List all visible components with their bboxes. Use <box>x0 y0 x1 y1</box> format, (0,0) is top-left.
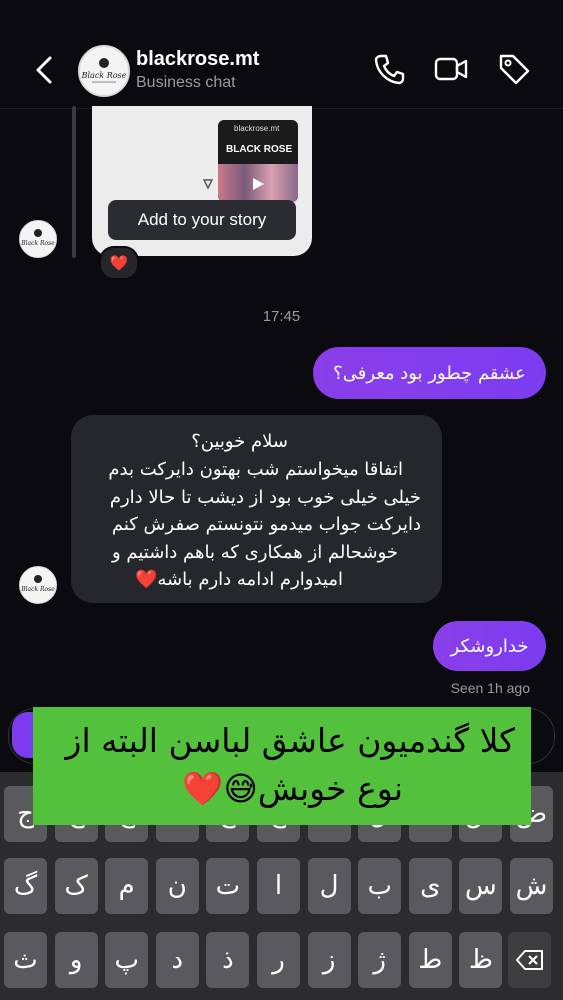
tag-icon[interactable] <box>497 52 531 86</box>
reaction-heart[interactable]: ❤️ <box>99 246 139 280</box>
story-caption-overlay: کلا گندمیون عاشق لباسن البته از نوع خوبش… <box>33 707 531 825</box>
key-r2-5[interactable]: ا <box>257 858 300 914</box>
message-text: خداروشکر <box>450 635 529 657</box>
contact-avatar-small: Black Rose <box>19 220 57 258</box>
seen-status: Seen 1h ago <box>450 680 530 696</box>
key-r2-1[interactable]: ک <box>54 858 98 914</box>
key-r2-6[interactable]: ل <box>307 858 351 914</box>
key-r2-2[interactable]: م <box>105 858 149 914</box>
reply-thread-line <box>72 106 76 258</box>
key-r3-3[interactable]: د <box>155 932 199 988</box>
key-r2-9[interactable]: س <box>459 858 503 914</box>
key-r3-4[interactable]: ذ <box>206 932 250 988</box>
message-line: دایرکت جواب میدمو نتونستم صفرش کنم <box>111 514 421 535</box>
key-r3-1[interactable]: و <box>54 932 98 988</box>
avatar[interactable]: Black Rose <box>78 45 130 97</box>
back-arrow-icon[interactable] <box>30 52 60 88</box>
key-r3-0[interactable]: ث <box>4 932 47 988</box>
video-icon[interactable] <box>434 52 468 86</box>
outgoing-message[interactable]: خداروشکر <box>433 621 546 671</box>
story-preview[interactable]: blackrose.mt BLACK ROSE <box>218 120 298 202</box>
message-line: اتفاقا میخواستم شب بهتون دایرکت بدم <box>108 459 403 480</box>
message-line: خیلی خیلی خوب بود از دیشب تا حالا دارم <box>109 487 421 508</box>
caption-line-1: کلا گندمیون عاشق لباسن البته از <box>65 721 515 760</box>
contact-name[interactable]: blackrose.mt <box>136 48 259 71</box>
backspace-icon <box>515 950 543 970</box>
key-r2-3[interactable]: ن <box>155 858 199 914</box>
story-preview-sign: BLACK ROSE <box>226 144 293 155</box>
key-r3-8[interactable]: ط <box>408 932 452 988</box>
incoming-message[interactable]: سلام خوبین؟ اتفاقا میخواستم شب بهتون دای… <box>71 415 442 603</box>
key-r3-7[interactable]: ژ <box>358 932 402 988</box>
message-text: عشقم چطور بود معرفی؟ <box>333 362 526 384</box>
key-r2-7[interactable]: ب <box>358 858 402 914</box>
story-preview-label: blackrose.mt <box>234 124 280 133</box>
story-arrow-icon <box>202 179 214 190</box>
rose-logo-icon: Black Rose <box>20 229 55 247</box>
svg-text:Black Rose: Black Rose <box>20 240 55 247</box>
message-line: امیدوارم ادامه دارم باشه❤️ <box>134 569 343 590</box>
contact-subtitle: Business chat <box>136 74 236 91</box>
key-r2-8[interactable]: ی <box>408 858 452 914</box>
key-r3-2[interactable]: پ <box>105 932 149 988</box>
phone-icon[interactable] <box>372 52 406 86</box>
key-r3-9[interactable]: ظ <box>459 932 503 988</box>
outgoing-message[interactable]: عشقم چطور بود معرفی؟ <box>313 347 546 399</box>
svg-text:Black Rose: Black Rose <box>81 71 127 80</box>
play-icon <box>253 178 264 190</box>
key-r2-4[interactable]: ت <box>206 858 250 914</box>
backspace-key[interactable] <box>508 932 551 988</box>
message-timestamp: 17:45 <box>262 308 301 325</box>
contact-avatar-small: Black Rose <box>19 566 57 604</box>
svg-text:Black Rose: Black Rose <box>20 586 55 593</box>
rose-logo-icon: Black Rose <box>20 575 55 593</box>
rose-logo-icon: Black Rose <box>81 58 127 83</box>
add-to-story-button[interactable]: Add to your story <box>108 200 296 240</box>
key-r2-0[interactable]: گ <box>4 858 47 914</box>
caption-line-2: نوع خوبش😅❤️ <box>182 769 403 808</box>
key-r2-10[interactable]: ش <box>510 858 553 914</box>
message-line: خوشحالم از همکاری که باهم داشتیم و <box>111 542 398 563</box>
key-r3-6[interactable]: ز <box>307 932 351 988</box>
message-line: سلام خوبین؟ <box>191 431 288 452</box>
key-r3-5[interactable]: ر <box>257 932 300 988</box>
